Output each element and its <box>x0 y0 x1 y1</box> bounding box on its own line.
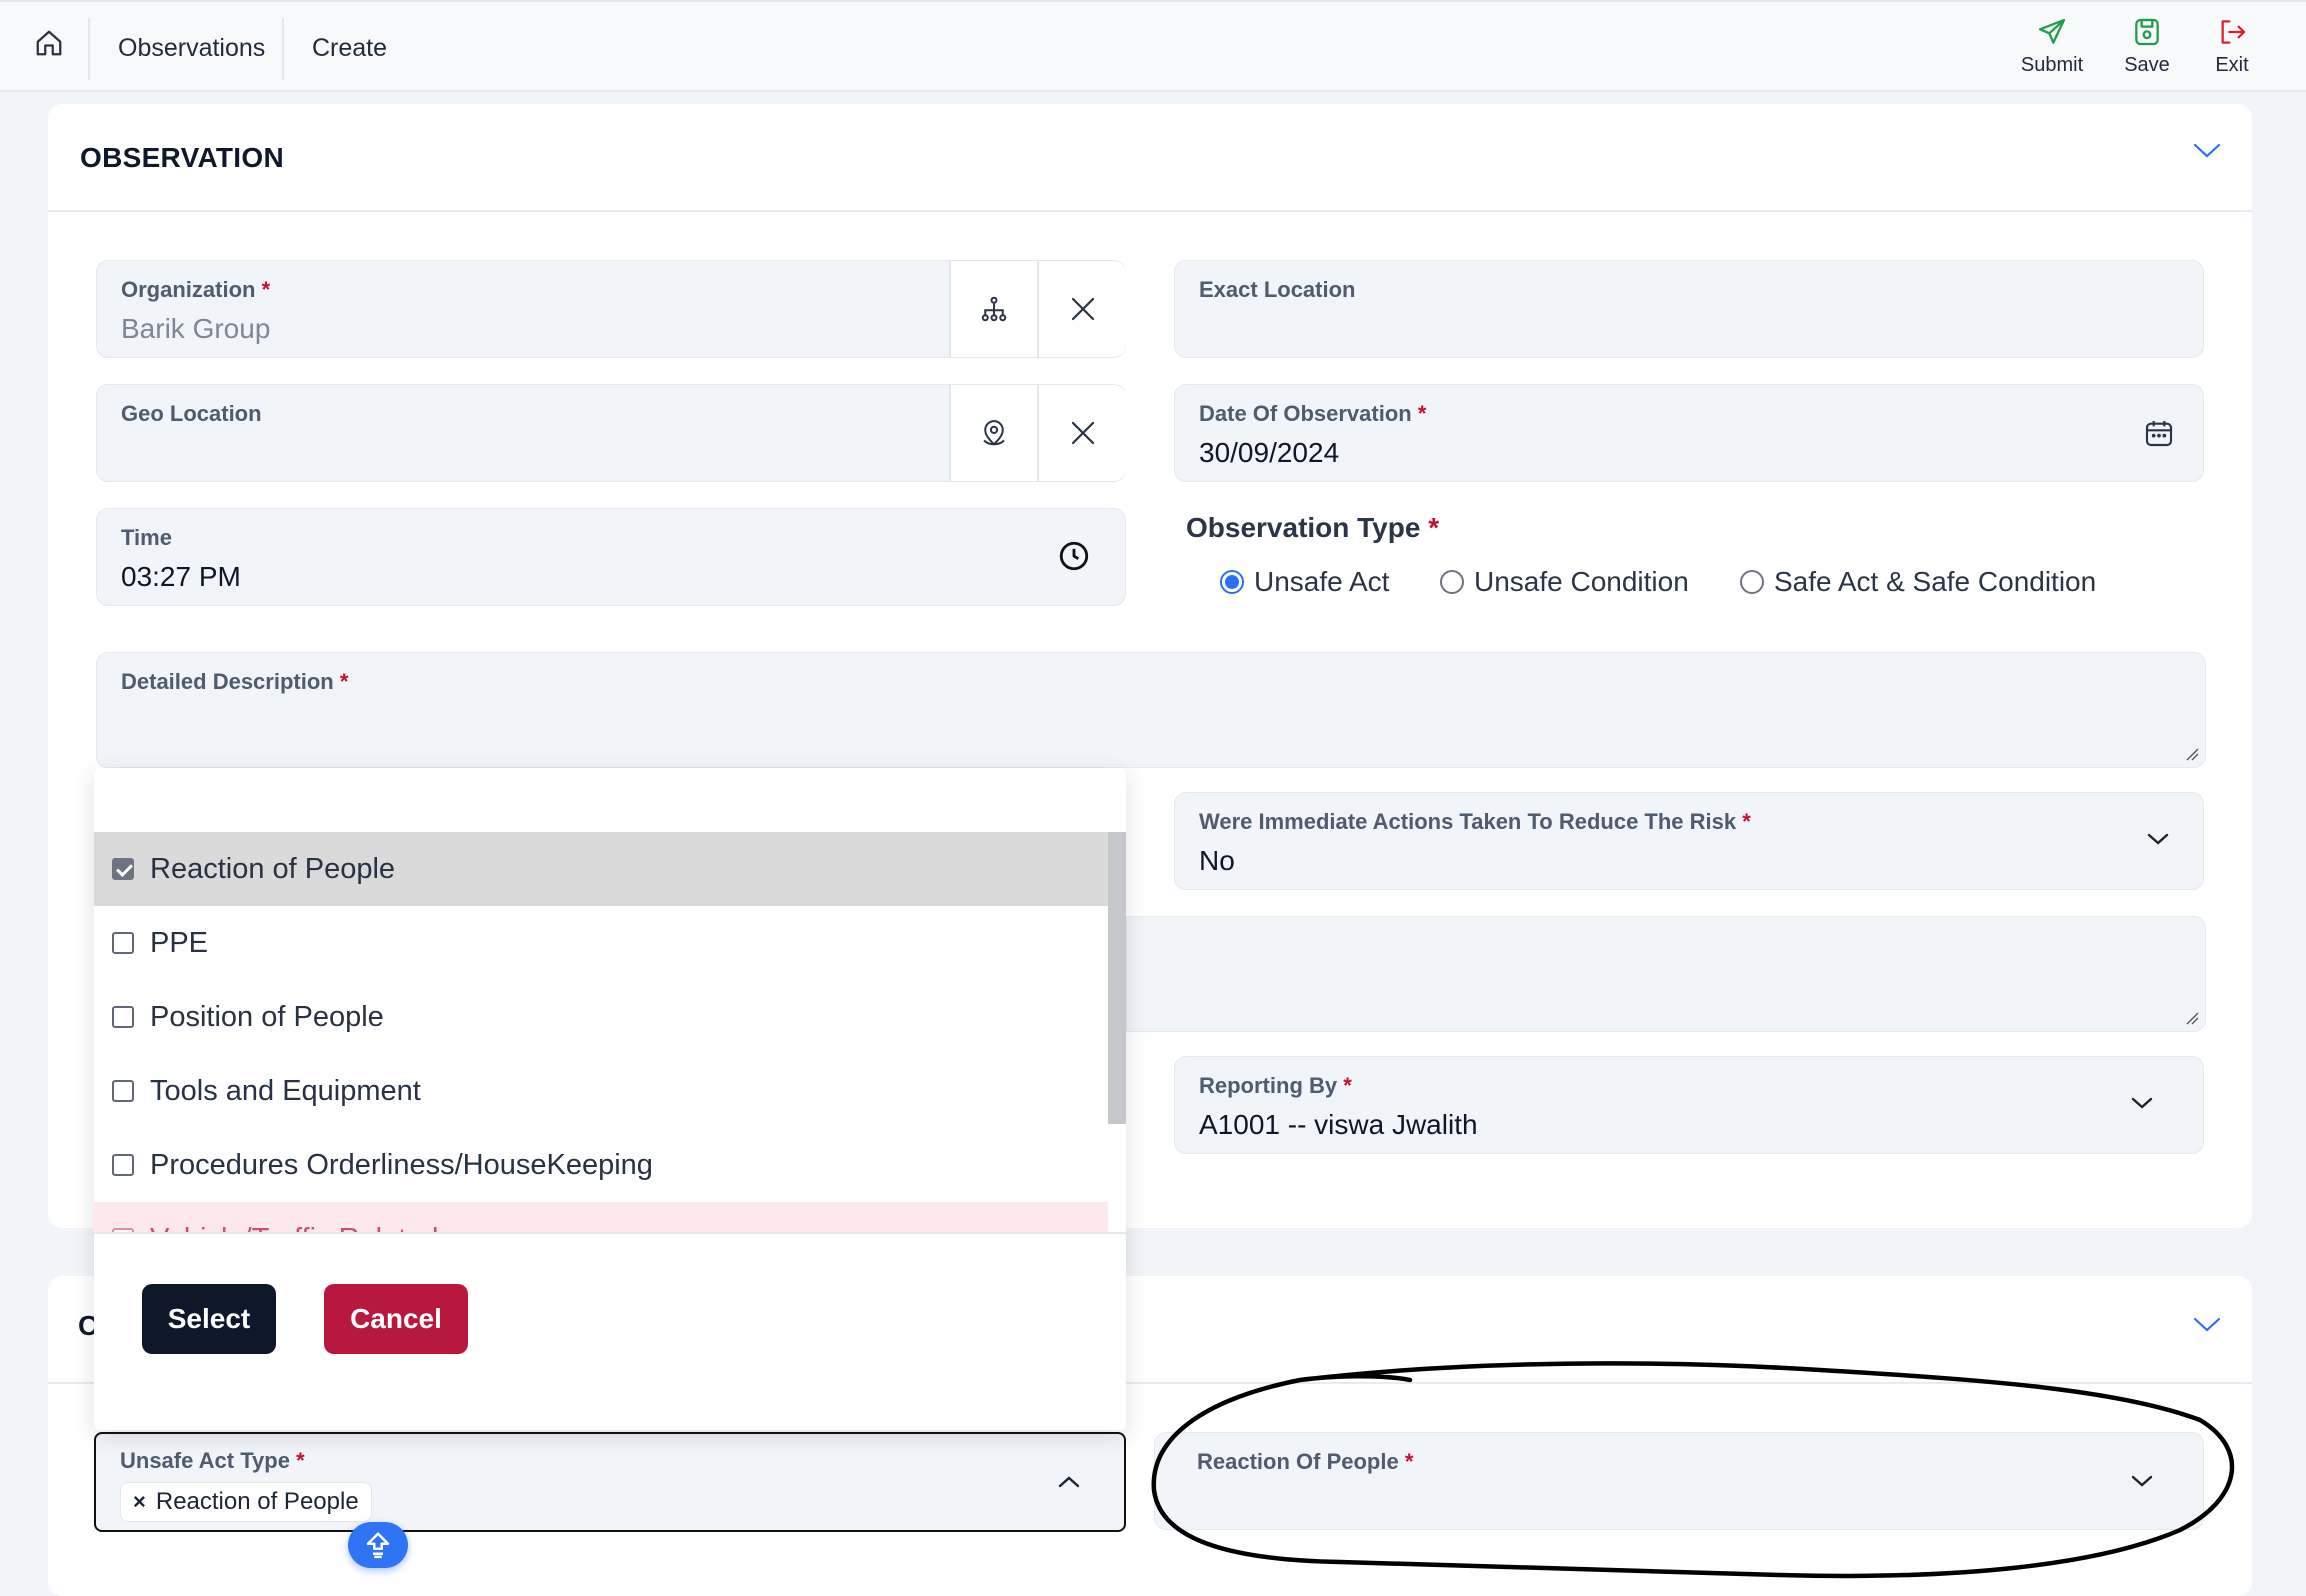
home-icon[interactable] <box>34 28 68 62</box>
date-label: Date Of Observation * <box>1199 401 1427 426</box>
radio-dot <box>1740 570 1764 594</box>
submit-label: Submit <box>2020 54 2084 76</box>
select-button[interactable]: Select <box>142 1284 276 1354</box>
dropdown-scrollbar[interactable] <box>1108 832 1126 1124</box>
exit-button[interactable]: Exit <box>2206 16 2258 77</box>
close-icon <box>1071 297 1094 321</box>
geo-location-field[interactable]: Geo Location <box>96 384 1126 482</box>
option-reaction-of-people[interactable]: Reaction of People <box>94 832 1108 906</box>
option-label: Position of People <box>150 1000 384 1033</box>
checkbox[interactable] <box>112 1080 134 1102</box>
immediate-actions-value: No <box>1199 845 1235 876</box>
time-field[interactable]: Time 03:27 PM <box>96 508 1126 606</box>
date-value: 30/09/2024 <box>1199 437 1340 468</box>
org-clear-button[interactable] <box>1037 261 1126 357</box>
breadcrumb-divider <box>282 18 284 80</box>
breadcrumb-create: Create <box>312 34 388 62</box>
exit-icon <box>2221 20 2246 44</box>
organization-label: Organization * <box>121 277 271 302</box>
save-label: Save <box>2124 54 2170 76</box>
chip-label: Reaction of People <box>155 1488 359 1515</box>
option-ppe[interactable]: PPE <box>94 906 1108 980</box>
checkbox[interactable] <box>112 858 134 880</box>
chevron-down-icon <box>2145 829 2171 854</box>
geo-location-label: Geo Location <box>121 401 262 426</box>
exact-location-field[interactable]: Exact Location <box>1174 260 2204 358</box>
actions-description-textarea[interactable] <box>1126 916 2206 1032</box>
map-pin-icon <box>983 420 1005 446</box>
option-label: Reaction of People <box>150 852 396 885</box>
option-tools-and-equipment[interactable]: Tools and Equipment <box>94 1054 1108 1128</box>
save-icon <box>2135 18 2159 46</box>
option-label: Procedures Orderliness/HouseKeeping <box>150 1148 653 1181</box>
clock-icon[interactable] <box>1057 539 1091 578</box>
annotation-circle <box>1151 1361 2235 1579</box>
unsafe-act-type-select[interactable]: Unsafe Act Type * × Reaction of People <box>94 1432 1126 1532</box>
radio-label: Unsafe Condition <box>1474 566 1689 597</box>
radio-unsafe-condition[interactable]: Unsafe Condition <box>1440 566 1689 598</box>
reporting-by-label: Reporting By * <box>1199 1073 1352 1098</box>
send-icon <box>2038 18 2066 44</box>
chip-remove-icon[interactable]: × <box>133 1489 146 1515</box>
detailed-description-textarea[interactable]: Detailed Description * <box>96 652 2206 768</box>
date-of-observation-field[interactable]: Date Of Observation * 30/09/2024 <box>1174 384 2204 482</box>
immediate-actions-select[interactable]: Were Immediate Actions Taken To Reduce T… <box>1174 792 2204 890</box>
chevron-down-icon <box>2129 1093 2155 1118</box>
dropdown-footer: Select Cancel <box>94 1232 1126 1430</box>
immediate-actions-label: Were Immediate Actions Taken To Reduce T… <box>1199 809 1751 834</box>
radio-safe-act-safe-condition[interactable]: Safe Act & Safe Condition <box>1740 566 2096 598</box>
org-tree-button[interactable] <box>949 261 1037 357</box>
cancel-button[interactable]: Cancel <box>324 1284 468 1354</box>
radio-dot <box>1220 570 1244 594</box>
time-label: Time <box>121 525 172 550</box>
checkbox[interactable] <box>112 932 134 954</box>
collapse-chevron-icon[interactable] <box>2190 138 2224 167</box>
radio-label: Safe Act & Safe Condition <box>1774 566 2097 597</box>
section-title: OBSERVATION <box>80 142 284 173</box>
hierarchy-icon <box>981 296 1007 322</box>
organization-value: Barik Group <box>121 313 271 344</box>
organization-field[interactable]: Organization * Barik Group <box>96 260 1126 358</box>
exit-label: Exit <box>2215 54 2249 76</box>
radio-dot <box>1440 570 1464 594</box>
option-position-of-people[interactable]: Position of People <box>94 980 1108 1054</box>
selected-chip[interactable]: × Reaction of People <box>120 1482 372 1522</box>
calendar-icon[interactable] <box>2143 417 2175 454</box>
observation-type-label: Observation Type * <box>1186 512 1440 543</box>
geo-clear-button[interactable] <box>1037 385 1126 481</box>
unsafe-act-type-label: Unsafe Act Type * <box>120 1448 305 1473</box>
reporting-by-value: A1001 -- viswa Jwalith <box>1199 1109 1478 1140</box>
breadcrumb-divider <box>88 18 90 80</box>
geo-map-button[interactable] <box>949 385 1037 481</box>
resize-grip-icon[interactable] <box>2185 747 2199 761</box>
option-label: PPE <box>150 926 209 959</box>
exact-location-label: Exact Location <box>1199 277 1356 302</box>
checkbox[interactable] <box>112 1154 134 1176</box>
multi-select-dropdown: Reaction of People PPE Position of Peopl… <box>94 768 1126 1430</box>
chevron-up-icon <box>1056 1472 1082 1497</box>
radio-unsafe-act[interactable]: Unsafe Act <box>1220 566 1389 598</box>
save-button[interactable]: Save <box>2118 16 2176 77</box>
time-value: 03:27 PM <box>121 561 241 592</box>
breadcrumb-observations[interactable]: Observations <box>118 34 265 63</box>
option-label: Tools and Equipment <box>150 1074 421 1107</box>
radio-label: Unsafe Act <box>1254 566 1390 597</box>
submit-button[interactable]: Submit <box>2010 16 2094 77</box>
reporting-by-select[interactable]: Reporting By * A1001 -- viswa Jwalith <box>1174 1056 2204 1154</box>
close-icon <box>1071 421 1094 445</box>
top-bar: Observations Create Submit Save Exit <box>0 0 2306 92</box>
description-label: Detailed Description * <box>121 669 349 694</box>
scroll-top-button[interactable] <box>348 1522 408 1568</box>
upload-arrow-icon <box>366 1532 390 1559</box>
checkbox[interactable] <box>112 1006 134 1028</box>
resize-grip-icon[interactable] <box>2185 1011 2199 1025</box>
section-divider <box>48 210 2252 212</box>
option-procedures-orderliness[interactable]: Procedures Orderliness/HouseKeeping <box>94 1128 1108 1202</box>
collapse-chevron-icon[interactable] <box>2190 1312 2224 1341</box>
